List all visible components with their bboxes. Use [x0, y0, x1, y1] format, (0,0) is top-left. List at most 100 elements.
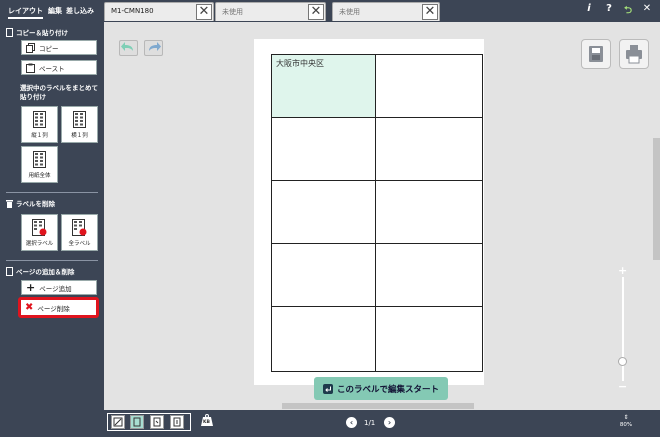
- label-cell[interactable]: [376, 181, 482, 244]
- copy-section-title: コピー＆貼り付け: [6, 27, 68, 37]
- printer-icon: [626, 45, 642, 64]
- label-sheet-icon: [33, 151, 46, 168]
- plus-icon: +: [26, 280, 36, 294]
- label-sheet-icon: [73, 111, 86, 128]
- tab-layout[interactable]: レイアウト: [8, 3, 43, 19]
- label-sheet-icon: [33, 111, 46, 128]
- redo-button[interactable]: [144, 40, 163, 56]
- paste-label: ペースト: [39, 64, 65, 73]
- document-tab-label: M1-CMN180: [111, 7, 154, 15]
- zoom-level: 80%: [619, 422, 633, 428]
- start-editing-button[interactable]: このラベルで編集スタート: [314, 377, 448, 400]
- label-cell[interactable]: [272, 307, 376, 371]
- paste-vertical-column-button[interactable]: 縦１列: [21, 106, 58, 143]
- save-button[interactable]: [581, 39, 611, 69]
- weight-kb-icon[interactable]: KB: [200, 414, 214, 432]
- paste-whole-label: 用紙全体: [28, 173, 51, 179]
- delete-x-icon: ✖: [25, 301, 34, 313]
- close-app-icon[interactable]: ✕: [640, 3, 654, 14]
- tab-edit[interactable]: 編集: [48, 3, 62, 19]
- save-icon: [589, 46, 603, 62]
- add-page-button[interactable]: + ページ追加: [21, 280, 97, 295]
- next-page-icon[interactable]: ›: [384, 417, 395, 428]
- delete-selected-label: 選択ラベル: [25, 241, 54, 247]
- rotate-view-icon: [153, 417, 161, 427]
- document-tab-3[interactable]: 未使用 ✕: [332, 2, 440, 21]
- copy-section-label: コピー＆貼り付け: [16, 29, 68, 37]
- view-mode-4-button[interactable]: [170, 415, 184, 429]
- horizontal-scrollbar[interactable]: [282, 403, 474, 409]
- view-mode-1-button[interactable]: [111, 415, 125, 429]
- view-mode-2-button[interactable]: [130, 415, 144, 429]
- paste-button[interactable]: ペースト: [21, 60, 97, 75]
- copy-button[interactable]: コピー: [21, 40, 97, 55]
- document-tab-label: 未使用: [222, 8, 243, 16]
- label-cell[interactable]: [376, 55, 482, 118]
- top-bar: レイアウト 編集 差し込み M1-CMN180 ✕ 未使用 ✕ 未使用 ✕ i …: [0, 0, 660, 22]
- delete-all-label: 全ラベル: [68, 241, 91, 247]
- zoom-indicator: ⇕ 80%: [619, 415, 633, 429]
- document-tab-label: 未使用: [339, 8, 360, 16]
- delete-page-button[interactable]: ✖ ページ削除: [18, 297, 99, 318]
- paste-horizontal-row-button[interactable]: 横１列: [61, 106, 98, 143]
- bottom-bar: KB ‹ 1/1 › ⇕ 80%: [104, 410, 660, 437]
- sidebar: コピー＆貼り付け コピー ペースト 選択中のラベルをまとめて貼り付け 縦１列 横…: [0, 22, 104, 437]
- label-cell[interactable]: [376, 307, 482, 371]
- delete-all-labels-button[interactable]: 全ラベル: [61, 214, 98, 251]
- delete-section-label: ラベルを削除: [16, 200, 55, 208]
- document-icon: [6, 27, 13, 37]
- label-cell[interactable]: [272, 181, 376, 244]
- editing-canvas: 大阪市中央区 このラベルで編集スタート + −: [104, 22, 660, 410]
- label-cell[interactable]: [376, 118, 482, 181]
- paste-whole-sheet-button[interactable]: 用紙全体: [21, 146, 58, 183]
- label-cell-selected[interactable]: 大阪市中央区: [272, 55, 376, 118]
- print-button[interactable]: [619, 39, 649, 69]
- view-mode-3-button[interactable]: [150, 415, 164, 429]
- page-section-label: ページの追加＆削除: [16, 268, 75, 276]
- copy-label: コピー: [39, 44, 59, 53]
- label-cell[interactable]: [272, 118, 376, 181]
- label-sheet-delete-icon: [32, 219, 47, 236]
- enter-icon: [322, 383, 333, 394]
- kb-label: KB: [203, 420, 210, 425]
- undo-button[interactable]: [119, 40, 138, 56]
- document-tab-2[interactable]: 未使用 ✕: [215, 2, 326, 21]
- add-page-label: ページ追加: [39, 284, 72, 293]
- page-section-title: ページの追加＆削除: [6, 266, 74, 276]
- tab-merge[interactable]: 差し込み: [66, 3, 94, 19]
- close-tab-icon[interactable]: ✕: [308, 4, 324, 20]
- section-divider: [6, 192, 98, 193]
- previous-page-icon[interactable]: ‹: [346, 417, 357, 428]
- label-cell[interactable]: [272, 244, 376, 307]
- delete-selected-labels-button[interactable]: 選択ラベル: [21, 214, 58, 251]
- undo-icon: [121, 42, 133, 51]
- back-icon[interactable]: ⮌: [621, 3, 635, 20]
- label-cell[interactable]: [376, 244, 482, 307]
- page-icon: [6, 266, 13, 276]
- label-sheet-delete-icon: [72, 219, 87, 236]
- section-divider: [6, 260, 98, 261]
- label-grid: 大阪市中央区: [271, 54, 483, 372]
- close-tab-icon[interactable]: ✕: [196, 4, 212, 20]
- page-view-icon: [133, 417, 141, 427]
- paste-icon: [26, 63, 35, 73]
- delete-page-label: ページ削除: [37, 304, 70, 313]
- document-tab-1[interactable]: M1-CMN180 ✕: [104, 2, 214, 21]
- paste-horizontal-label: 横１列: [71, 133, 88, 139]
- label-cell-text: 大阪市中央区: [276, 59, 324, 68]
- zoom-out-icon[interactable]: −: [618, 380, 627, 393]
- paste-vertical-label: 縦１列: [31, 133, 48, 139]
- start-editing-label: このラベルで編集スタート: [336, 384, 439, 395]
- redo-icon: [149, 42, 161, 51]
- vertical-scrollbar[interactable]: [653, 138, 660, 260]
- zoom-in-icon[interactable]: +: [618, 264, 627, 277]
- help-icon[interactable]: ?: [602, 3, 616, 14]
- delete-section-title: ラベルを削除: [6, 198, 55, 208]
- close-tab-icon[interactable]: ✕: [422, 4, 438, 20]
- page-indicator: 1/1: [364, 419, 376, 427]
- zoom-slider-handle[interactable]: [618, 357, 627, 366]
- copy-icon: [26, 42, 35, 53]
- trash-icon: [6, 199, 13, 208]
- flip-view-icon: [173, 417, 181, 427]
- info-icon[interactable]: i: [582, 3, 596, 14]
